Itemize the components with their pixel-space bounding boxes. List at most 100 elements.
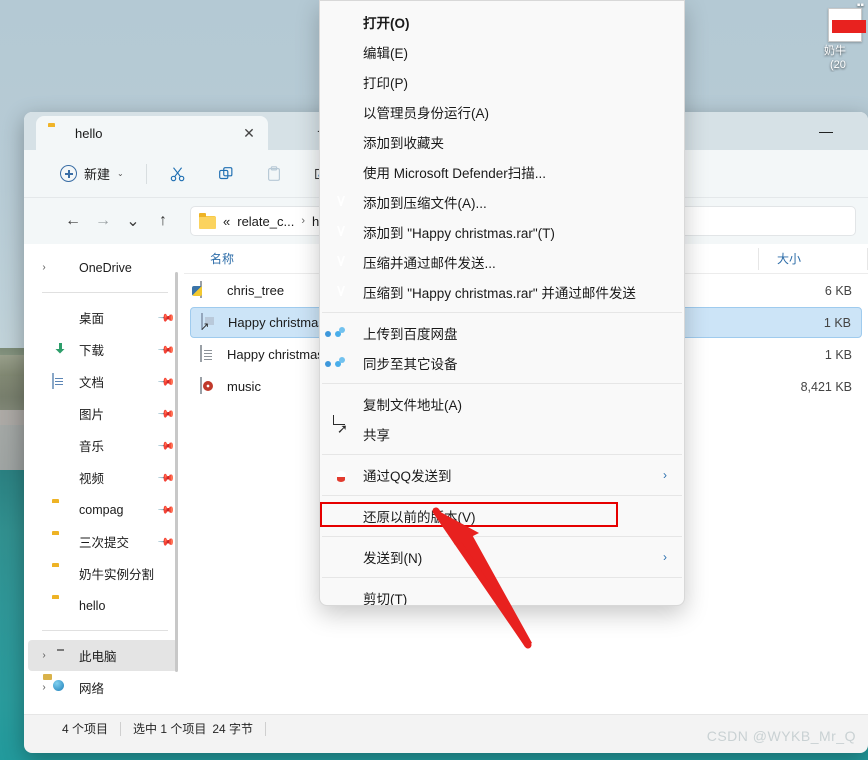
menu-item-defender-scan[interactable]: 使用 Microsoft Defender扫描...	[323, 157, 681, 187]
menu-item-label: 还原以前的版本(V)	[363, 510, 476, 525]
close-tab-icon[interactable]: ✕	[238, 122, 260, 144]
baidu-netdisk-icon	[325, 354, 355, 372]
breadcrumb-overflow[interactable]: «	[223, 214, 230, 229]
menu-item-print[interactable]: 打印(P)	[323, 67, 681, 97]
sidebar-item-third-submit[interactable]: 三次提交 📌	[28, 526, 178, 557]
menu-item-label: 发送到(N)	[363, 551, 423, 566]
this-pc-icon	[52, 648, 70, 664]
desktop-icon	[52, 310, 70, 326]
menu-item-send-to[interactable]: 发送到(N) ›	[323, 542, 681, 572]
forward-button[interactable]: →	[88, 206, 118, 236]
sidebar-label: 图片	[79, 408, 105, 422]
videos-icon	[52, 470, 70, 486]
menu-item-send-via-qq[interactable]: 通过QQ发送到 ›	[323, 460, 681, 490]
sidebar-item-compag[interactable]: compag 📌	[28, 494, 178, 525]
winrar-icon	[333, 223, 355, 241]
sidebar-label: 文档	[79, 376, 105, 390]
sidebar-item-hello[interactable]: hello	[28, 590, 178, 621]
defender-shield-icon	[333, 163, 355, 181]
copy-icon[interactable]	[209, 159, 243, 189]
sidebar-item-downloads[interactable]: 下载 📌	[28, 334, 178, 365]
selection-bytes: 24 字节	[212, 722, 254, 736]
cut-icon[interactable]	[161, 159, 195, 189]
no-icon	[333, 73, 355, 91]
sidebar-label: 视频	[79, 472, 105, 486]
share-icon	[333, 425, 355, 443]
new-button[interactable]: 新建 ⌄	[52, 159, 132, 189]
recent-locations-button[interactable]: ⌄	[118, 206, 148, 236]
menu-item-label: 以管理员身份运行(A)	[363, 106, 489, 121]
download-icon	[52, 342, 70, 358]
sidebar-item-cow-seg[interactable]: 奶牛实例分割	[28, 558, 178, 589]
status-divider-2	[265, 721, 267, 736]
baidu-netdisk-icon	[325, 324, 355, 342]
sidebar-item-this-pc[interactable]: › 此电脑	[28, 640, 178, 671]
minimize-button[interactable]: —	[804, 116, 848, 146]
folder-icon	[52, 598, 70, 614]
menu-item-label: 同步至其它设备	[363, 357, 458, 372]
menu-item-label: 共享	[363, 428, 390, 443]
address-folder-icon	[199, 212, 216, 229]
menu-separator	[322, 495, 682, 496]
sidebar-label: hello	[79, 598, 106, 613]
menu-item-add-favorites[interactable]: 添加到收藏夹	[323, 127, 681, 157]
sidebar-scrollbar[interactable]	[175, 272, 178, 672]
toolbar-divider	[145, 163, 147, 184]
sidebar-divider-1	[42, 292, 168, 293]
menu-separator	[322, 536, 682, 537]
sidebar-label: compag	[79, 502, 124, 517]
sidebar-item-network[interactable]: › 网络	[28, 672, 178, 703]
chevron-right-icon: ›	[663, 550, 667, 564]
sidebar-item-onedrive[interactable]: › OneDrive	[28, 252, 178, 283]
menu-item-edit[interactable]: 编辑(E)	[323, 37, 681, 67]
watermark: CSDN @WYKB_Mr_Q	[706, 728, 856, 744]
menu-item-sync-devices[interactable]: 同步至其它设备	[323, 348, 681, 378]
new-button-label: 新建	[84, 167, 111, 182]
menu-item-run-as-admin[interactable]: 以管理员身份运行(A)	[323, 97, 681, 127]
file-size: 6 KB	[824, 283, 852, 298]
menu-item-label: 打开(O)	[363, 16, 410, 31]
menu-item-add-to-named-rar[interactable]: 添加到 "Happy christmas.rar"(T)	[323, 217, 681, 247]
menu-item-restore-previous-versions[interactable]: 还原以前的版本(V)	[323, 501, 681, 531]
sidebar-divider-2	[42, 630, 168, 631]
chevron-right-icon[interactable]: ›	[36, 650, 52, 661]
no-icon	[333, 43, 355, 61]
sidebar-item-desktop[interactable]: 桌面 📌	[28, 302, 178, 333]
back-button[interactable]: ←	[58, 206, 88, 236]
chevron-right-icon[interactable]: ›	[36, 682, 52, 693]
up-button[interactable]: ↑	[148, 206, 178, 236]
menu-item-label: 复制文件地址(A)	[363, 398, 462, 413]
status-divider	[120, 721, 122, 736]
chevron-right-icon[interactable]: ›	[36, 262, 52, 273]
menu-item-label: 添加到收藏夹	[363, 136, 444, 151]
paste-icon[interactable]	[257, 159, 291, 189]
menu-item-label: 压缩到 "Happy christmas.rar" 并通过邮件发送	[363, 286, 636, 301]
tab-hello[interactable]: hello ✕	[36, 116, 268, 150]
menu-item-compress-and-email[interactable]: 压缩并通过邮件发送...	[323, 247, 681, 277]
breadcrumb-part-1[interactable]: relate_c...	[237, 214, 294, 229]
selection-count: 选中 1 个项目	[133, 722, 207, 736]
folder-icon	[48, 126, 65, 140]
sidebar-item-documents[interactable]: 文档 📌	[28, 366, 178, 397]
desktop-shortcut-glyph	[828, 8, 866, 42]
menu-item-copy-file-path[interactable]: 复制文件地址(A)	[323, 389, 681, 419]
menu-item-open[interactable]: 打开(O)	[323, 7, 681, 37]
sidebar-label: 三次提交	[79, 536, 130, 550]
menu-item-upload-baidu[interactable]: 上传到百度网盘	[323, 318, 681, 348]
menu-item-label: 添加到 "Happy christmas.rar"(T)	[363, 226, 555, 241]
audio-file-icon	[200, 376, 218, 396]
sidebar-item-music[interactable]: 音乐 📌	[28, 430, 178, 461]
menu-item-cut[interactable]: 剪切(T)	[323, 583, 681, 605]
desktop-shortcut-label-line1: 奶牛	[824, 45, 846, 57]
sidebar-label: 此电脑	[79, 650, 117, 664]
menu-item-add-to-archive[interactable]: 添加到压缩文件(A)...	[323, 187, 681, 217]
menu-item-share[interactable]: 共享	[323, 419, 681, 449]
sidebar-item-videos[interactable]: 视频 📌	[28, 462, 178, 493]
desktop-shortcut-icon[interactable]: ▪▪ 奶牛 (20	[822, 0, 868, 112]
sidebar-item-pictures[interactable]: 图片 📌	[28, 398, 178, 429]
admin-shield-icon	[333, 103, 355, 121]
menu-item-compress-named-and-email[interactable]: 压缩到 "Happy christmas.rar" 并通过邮件发送	[323, 277, 681, 307]
sidebar-label: 桌面	[79, 312, 105, 326]
column-header-size[interactable]: 大小	[758, 247, 868, 270]
menu-item-label: 通过QQ发送到	[363, 469, 452, 484]
